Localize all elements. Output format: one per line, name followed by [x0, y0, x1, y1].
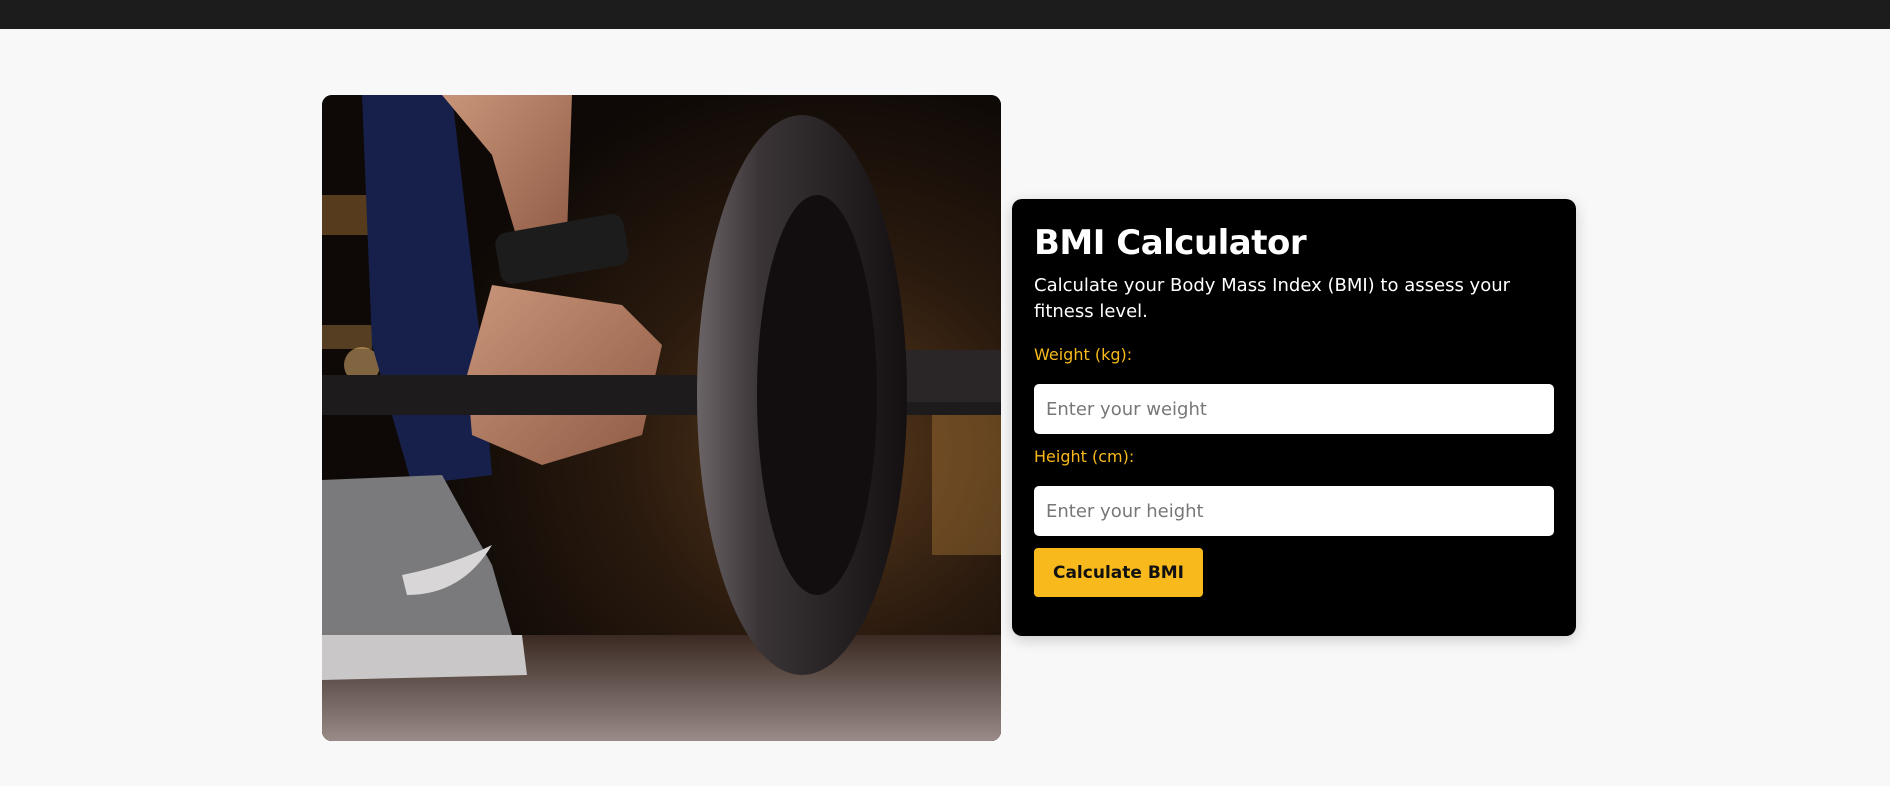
calculate-bmi-button[interactable]: Calculate BMI [1034, 548, 1203, 597]
bmi-calculator-card: BMI Calculator Calculate your Body Mass … [1012, 199, 1576, 636]
bmi-title: BMI Calculator [1034, 223, 1307, 263]
height-label: Height (cm): [1034, 447, 1135, 466]
bmi-description: Calculate your Body Mass Index (BMI) to … [1034, 275, 1511, 322]
weight-input[interactable] [1034, 384, 1554, 434]
height-input[interactable] [1034, 486, 1554, 536]
hero-image-barbell-lift [322, 95, 1001, 741]
weight-label: Weight (kg): [1034, 345, 1133, 364]
top-nav-bar [0, 0, 1890, 29]
